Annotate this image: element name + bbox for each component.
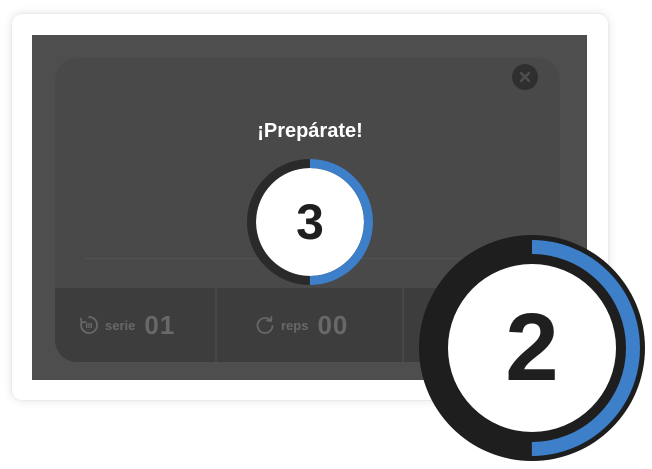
big-countdown-timer: 2 <box>416 232 648 464</box>
countdown-number: 3 <box>296 194 324 250</box>
series-icon <box>79 315 99 335</box>
close-button[interactable] <box>512 64 538 90</box>
reps-label: reps <box>281 317 309 333</box>
countdown-timer: 3 <box>243 155 377 289</box>
reps-stat: reps 00 <box>255 288 348 362</box>
big-countdown-number: 2 <box>505 294 559 401</box>
stat-divider <box>402 288 404 362</box>
serie-label: serie <box>105 317 136 333</box>
reps-value: 00 <box>317 309 349 340</box>
serie-stat: serie 01 <box>79 288 175 362</box>
modal-title: ¡Prepárate! <box>257 120 363 142</box>
close-icon <box>519 68 531 87</box>
stage: serie 01 reps 00 ¡Prepárate! 3 2 <box>0 0 652 469</box>
stat-divider <box>215 288 217 362</box>
serie-value: 01 <box>144 309 176 340</box>
reps-icon <box>255 315 275 335</box>
